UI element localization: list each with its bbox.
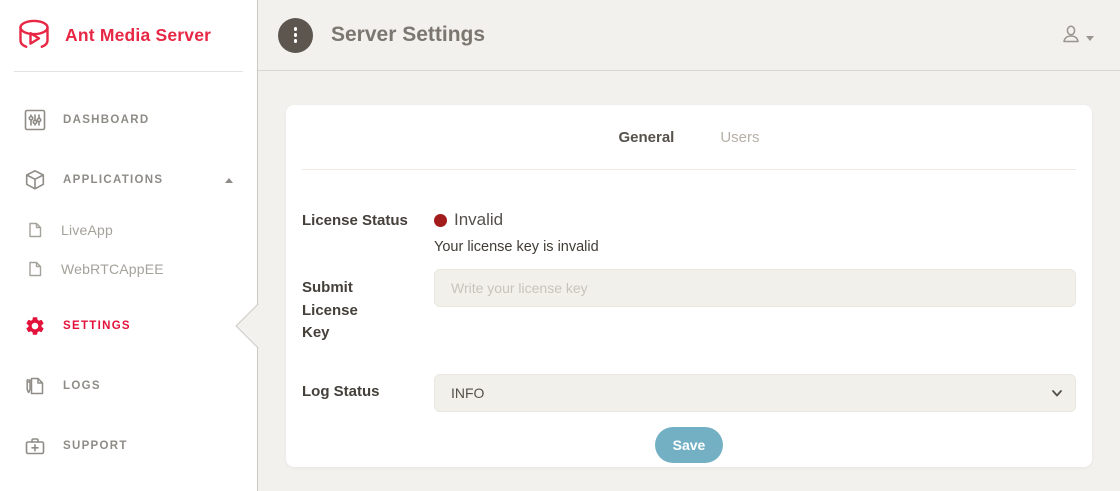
page-title: Server Settings bbox=[331, 23, 485, 47]
license-status-value-block: Invalid Your license key is invalid bbox=[434, 210, 1076, 255]
license-key-input[interactable] bbox=[434, 269, 1076, 307]
sidebar-item-label: SUPPORT bbox=[63, 440, 128, 452]
ellipsis-dot bbox=[294, 27, 298, 31]
license-key-field-wrap bbox=[434, 269, 1076, 345]
content-area: General Users License Status Invalid You… bbox=[258, 71, 1120, 491]
license-key-row: Submit License Key bbox=[302, 269, 1076, 345]
ant-media-logo-icon bbox=[14, 16, 54, 56]
license-status-row: License Status Invalid Your license key … bbox=[302, 210, 1076, 255]
logs-icon bbox=[24, 375, 46, 397]
sidebar-item-label: LOGS bbox=[63, 380, 101, 392]
settings-form: License Status Invalid Your license key … bbox=[286, 210, 1092, 463]
user-menu[interactable] bbox=[1060, 24, 1094, 46]
user-icon bbox=[1060, 24, 1082, 46]
sidebar-item-liveapp[interactable]: LiveApp bbox=[0, 210, 257, 249]
log-status-row: Log Status INFO bbox=[302, 374, 1076, 412]
chevron-down-icon bbox=[1086, 36, 1094, 41]
sidebar-item-settings[interactable]: SETTINGS bbox=[0, 296, 257, 356]
file-icon bbox=[27, 222, 43, 238]
tab-bar: General Users bbox=[302, 105, 1076, 170]
gear-icon bbox=[24, 315, 46, 337]
log-status-select-wrap: INFO bbox=[434, 374, 1076, 412]
ellipsis-dot bbox=[294, 33, 298, 37]
license-key-label: Submit License Key bbox=[302, 269, 386, 345]
page-menu-button[interactable] bbox=[278, 18, 313, 53]
sidebar-item-logs[interactable]: LOGS bbox=[0, 356, 257, 416]
sidebar-item-label: APPLICATIONS bbox=[63, 174, 163, 186]
sidebar-item-support[interactable]: SUPPORT bbox=[0, 416, 257, 476]
tab-general[interactable]: General bbox=[618, 129, 674, 146]
top-bar: Server Settings bbox=[258, 0, 1120, 71]
sidebar-item-label: DASHBOARD bbox=[63, 114, 149, 126]
chevron-up-icon bbox=[225, 178, 233, 183]
app-window: Ant Media Server DASHBOARD bbox=[0, 0, 1120, 491]
status-dot-icon bbox=[434, 214, 447, 227]
license-status-description: Your license key is invalid bbox=[434, 239, 1076, 255]
log-status-label: Log Status bbox=[302, 381, 434, 404]
settings-card: General Users License Status Invalid You… bbox=[286, 105, 1092, 467]
save-row: Save bbox=[302, 427, 1076, 463]
license-status-value: Invalid bbox=[454, 210, 503, 230]
sidebar-item-label: WebRTCAppEE bbox=[61, 261, 164, 277]
sidebar-item-dashboard[interactable]: DASHBOARD bbox=[0, 90, 257, 150]
main-area: Server Settings General Users License St… bbox=[258, 0, 1120, 491]
brand-logo[interactable]: Ant Media Server bbox=[0, 0, 257, 71]
package-icon bbox=[24, 169, 46, 191]
file-icon bbox=[27, 261, 43, 277]
sidebar: Ant Media Server DASHBOARD bbox=[0, 0, 258, 491]
ellipsis-dot bbox=[294, 39, 298, 43]
tab-users[interactable]: Users bbox=[720, 129, 759, 146]
license-status-label: License Status bbox=[302, 210, 434, 255]
save-button[interactable]: Save bbox=[655, 427, 724, 463]
sidebar-item-applications[interactable]: APPLICATIONS bbox=[0, 150, 257, 210]
sidebar-item-webrtcappee[interactable]: WebRTCAppEE bbox=[0, 249, 257, 288]
sidebar-nav: DASHBOARD APPLICATIONS bbox=[0, 72, 257, 476]
sidebar-item-label: LiveApp bbox=[61, 222, 113, 238]
sliders-icon bbox=[24, 109, 46, 131]
sidebar-item-label: SETTINGS bbox=[63, 320, 131, 332]
support-icon bbox=[24, 435, 46, 457]
log-status-select[interactable]: INFO bbox=[434, 374, 1076, 412]
brand-name: Ant Media Server bbox=[65, 25, 211, 46]
